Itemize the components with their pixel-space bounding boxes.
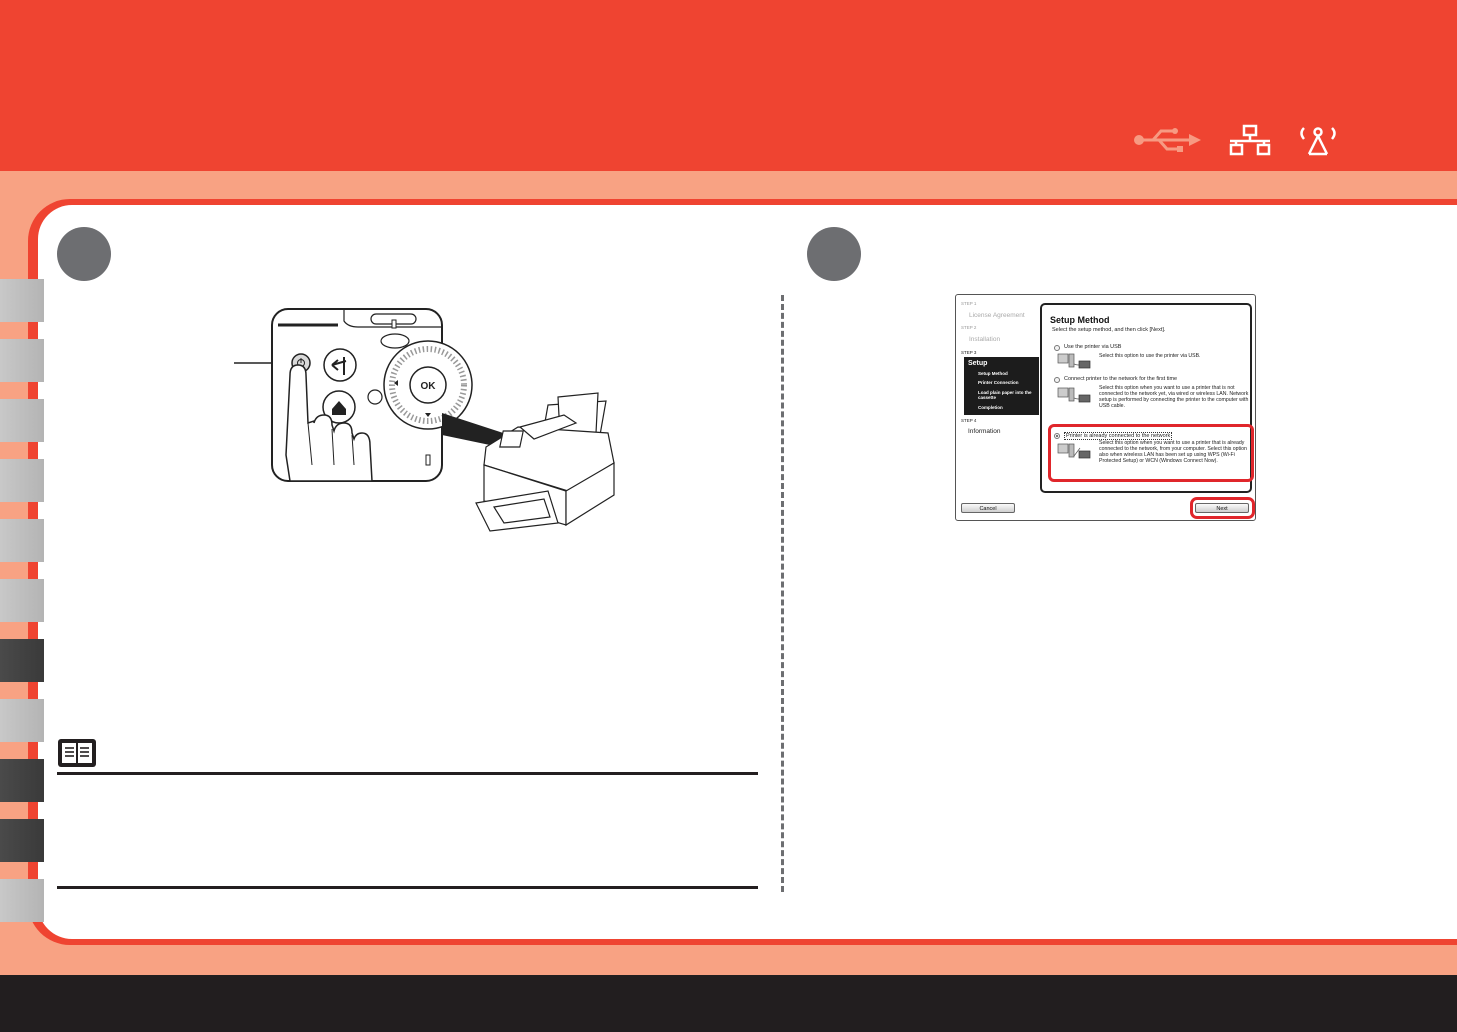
svg-text:OK: OK xyxy=(421,381,437,392)
book-icon xyxy=(58,739,96,767)
sidebar-tab-9[interactable] xyxy=(0,759,44,802)
sidebar-tab-4[interactable] xyxy=(0,459,44,502)
sidebar-tab-5[interactable] xyxy=(0,519,44,562)
step-1-name: License Agreement xyxy=(969,312,1025,319)
option-usb-description: Select this option to use the printer vi… xyxy=(1099,353,1201,359)
radio-usb[interactable] xyxy=(1054,345,1060,351)
sidebar-tab-8[interactable] xyxy=(0,699,44,742)
step-2-label: STEP 2 xyxy=(961,325,977,330)
setup-method-window: STEP 1 License Agreement STEP 2 Installa… xyxy=(955,294,1256,521)
usb-connection-icon xyxy=(1057,353,1091,369)
operation-panel-illustration: OK xyxy=(234,308,615,532)
sidebar-tab-6[interactable] xyxy=(0,579,44,622)
step-circle-right xyxy=(807,227,861,281)
sidebar-tab-11[interactable] xyxy=(0,879,44,922)
note-top-rule xyxy=(57,772,758,775)
substep-printer-connection: Printer Connection xyxy=(978,380,1019,385)
highlight-selected-option xyxy=(1048,424,1254,482)
substep-setup-method: Setup Method xyxy=(978,371,1008,376)
sidebar-tab-1[interactable] xyxy=(0,279,44,322)
step-3-label: STEP 3 xyxy=(961,350,977,355)
step-4-label: STEP 4 xyxy=(961,418,977,423)
wired-lan-icon xyxy=(1229,124,1271,156)
substep-load-paper-2: cassette xyxy=(978,395,997,400)
option-first-time-label[interactable]: Connect printer to the network for the f… xyxy=(1064,376,1177,382)
option-first-time-description: Select this option when you want to use … xyxy=(1099,385,1249,409)
step-3-name: Setup xyxy=(968,360,988,367)
footer-bar xyxy=(0,975,1457,1032)
step-4-name: Information xyxy=(968,428,1001,435)
radio-first-time[interactable] xyxy=(1054,377,1060,383)
sidebar-tab-7[interactable] xyxy=(0,639,44,682)
panel-subtitle: Select the setup method, and then click … xyxy=(1052,327,1166,333)
header-banner xyxy=(0,0,1457,171)
step-circle-left xyxy=(57,227,111,281)
substep-completion: Completion xyxy=(978,405,1003,410)
header-band xyxy=(0,171,1457,201)
sidebar-tab-3[interactable] xyxy=(0,399,44,442)
usb-icon xyxy=(1134,128,1201,152)
column-divider xyxy=(781,295,784,892)
cancel-button[interactable]: Cancel xyxy=(961,503,1015,513)
panel-title: Setup Method xyxy=(1050,315,1110,325)
sidebar-tab-2[interactable] xyxy=(0,339,44,382)
first-time-connection-icon xyxy=(1057,387,1091,403)
note-bottom-rule xyxy=(57,886,758,889)
highlight-next-button xyxy=(1190,497,1255,519)
step-2-name: Installation xyxy=(969,336,1001,343)
current-step-setup: Setup Setup Method Printer Connection Lo… xyxy=(964,357,1039,415)
wireless-lan-icon xyxy=(1300,127,1336,156)
sidebar-tab-10[interactable] xyxy=(0,819,44,862)
step-1-label: STEP 1 xyxy=(961,301,977,306)
option-usb-label[interactable]: Use the printer via USB xyxy=(1064,344,1121,350)
